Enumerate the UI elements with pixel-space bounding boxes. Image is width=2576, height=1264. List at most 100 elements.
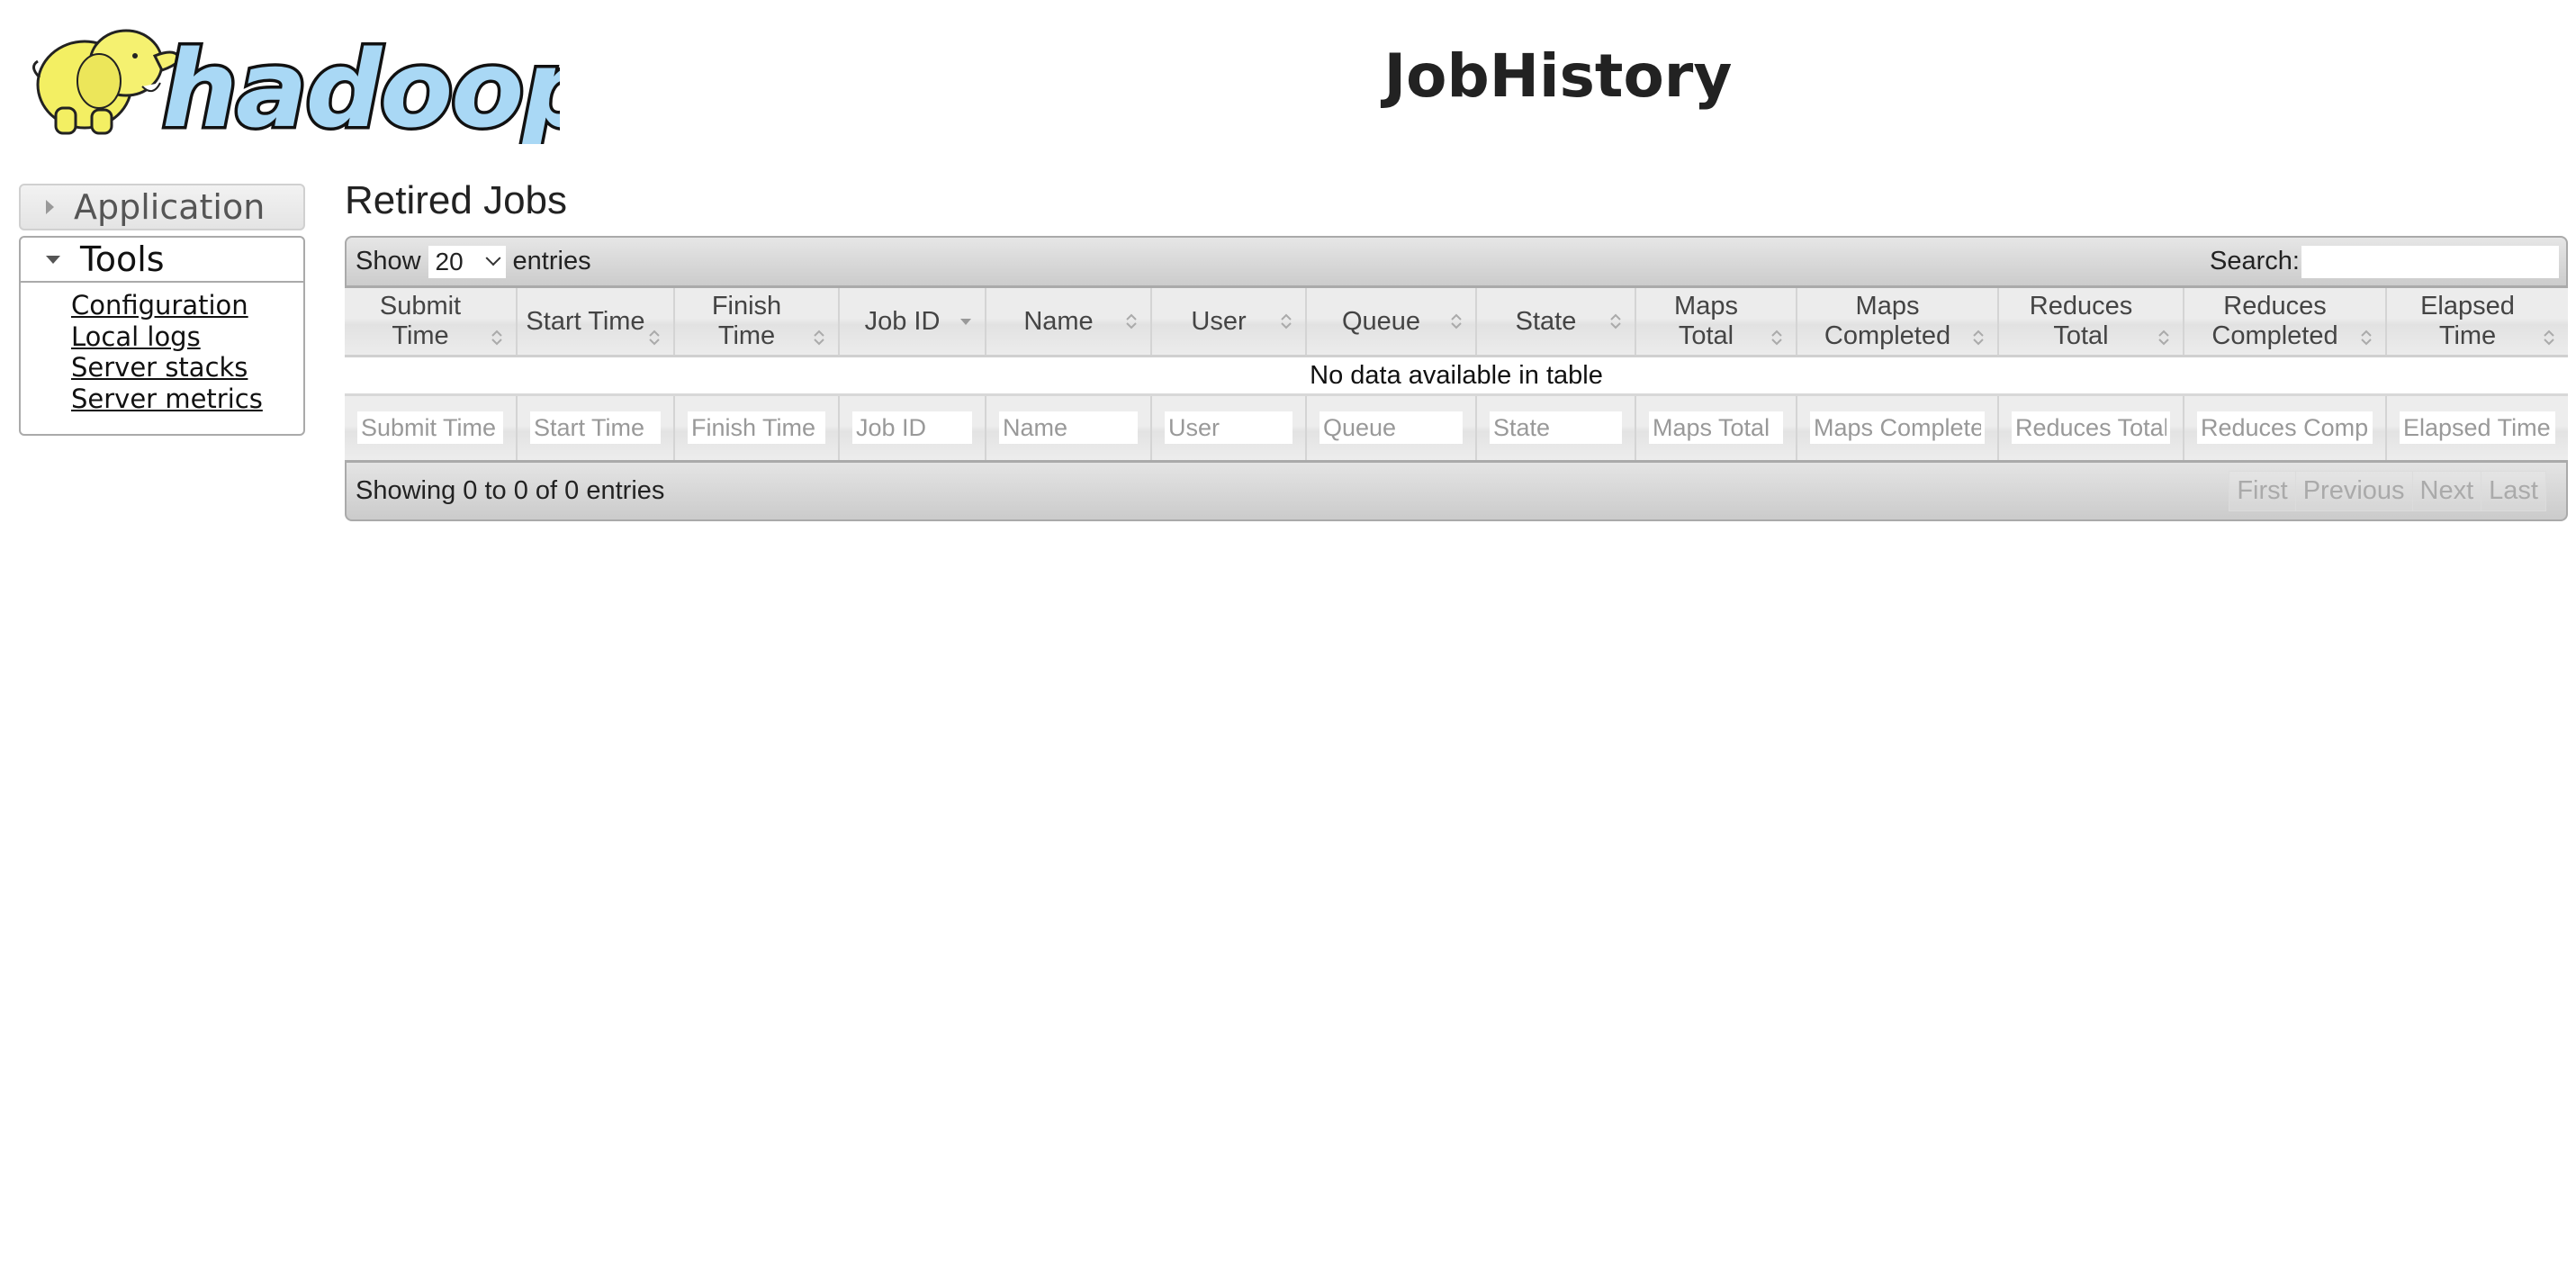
pagination-previous-button[interactable]: Previous [2294, 470, 2413, 511]
sort-both-icon [2543, 328, 2555, 348]
filter-cell [1998, 394, 2184, 460]
sidebar-section-label: Application [74, 187, 266, 227]
sort-both-icon [491, 328, 503, 348]
column-header-submit-time[interactable]: Submit Time [345, 288, 518, 357]
filter-cell [674, 394, 840, 460]
column-header-label: Start Time [526, 306, 645, 336]
pagination: First Previous Next Last [2229, 470, 2546, 511]
search-label: Search: [2210, 247, 2300, 275]
column-header-label: Maps Completed [1824, 292, 1951, 350]
column-header-label: State [1515, 306, 1577, 336]
filter-input-reduces-completed[interactable] [2197, 411, 2373, 445]
filter-input-reduces-total[interactable] [2012, 411, 2170, 445]
filter-cell [1476, 394, 1636, 460]
column-header-job-id[interactable]: Job ID [839, 288, 986, 357]
filter-input-queue[interactable] [1320, 411, 1463, 445]
filter-cell [1306, 394, 1477, 460]
link-server-stacks[interactable]: Server stacks [71, 352, 303, 384]
filter-input-maps-completed[interactable] [1810, 411, 1985, 445]
column-header-label: Finish Time [711, 292, 782, 350]
sort-both-icon [1125, 311, 1138, 331]
chevron-down-icon [485, 249, 501, 266]
filter-input-finish-time[interactable] [688, 411, 825, 445]
filter-cell [1151, 394, 1307, 460]
sort-both-icon [813, 328, 825, 348]
filter-cell [345, 394, 518, 460]
entries-length-control: Show 20 entries [356, 245, 591, 278]
link-local-logs[interactable]: Local logs [71, 321, 303, 353]
column-header-state[interactable]: State [1476, 288, 1636, 357]
sidebar-section-tools-panel: Tools Configuration Local logs Server st… [19, 236, 305, 436]
column-header-label: Reduces Total [2029, 292, 2133, 350]
column-header-start-time[interactable]: Start Time [517, 288, 675, 357]
sidebar-section-application[interactable]: Application [19, 184, 305, 230]
sort-both-icon [1609, 311, 1622, 331]
filter-cell [2386, 394, 2568, 460]
pagination-first-button[interactable]: First [2229, 470, 2296, 511]
filter-cell [839, 394, 986, 460]
pagination-next-button[interactable]: Next [2411, 470, 2482, 511]
show-label: Show [356, 247, 421, 275]
page-title: JobHistory [1383, 41, 1733, 111]
column-header-label: Job ID [864, 306, 941, 336]
sort-descending-icon [959, 311, 972, 331]
column-header-name[interactable]: Name [986, 288, 1152, 357]
sort-both-icon [1450, 311, 1463, 331]
filter-cell [517, 394, 675, 460]
pagination-last-button[interactable]: Last [2481, 470, 2546, 511]
column-header-label: Submit Time [379, 292, 462, 350]
search-control: Search: [2210, 245, 2559, 278]
entries-per-page-select[interactable]: 20 [428, 245, 506, 278]
column-header-user[interactable]: User [1151, 288, 1307, 357]
sort-both-icon [1972, 328, 1985, 348]
column-header-maps-total[interactable]: Maps Total [1635, 288, 1797, 357]
sidebar-section-tools[interactable]: Tools [21, 238, 303, 283]
filter-input-elapsed-time[interactable] [2400, 411, 2555, 445]
column-header-queue[interactable]: Queue [1306, 288, 1477, 357]
table-header-row: Submit Time Start Time Finish Time Job ID Na… [345, 288, 2568, 357]
caret-down-icon [46, 255, 60, 264]
column-header-label: Elapsed Time [2420, 292, 2515, 350]
filter-input-maps-total[interactable] [1649, 411, 1783, 445]
filter-cell [1635, 394, 1797, 460]
table-info: Showing 0 to 0 of 0 entries [356, 475, 665, 505]
column-header-reduces-total[interactable]: Reduces Total [1998, 288, 2184, 357]
jobs-table: Submit Time Start Time Finish Time Job ID Na… [345, 288, 2568, 460]
column-header-label: Reduces Completed [2211, 292, 2338, 350]
column-header-elapsed-time[interactable]: Elapsed Time [2386, 288, 2568, 357]
column-header-reduces-completed[interactable]: Reduces Completed [2184, 288, 2387, 357]
entries-label: entries [512, 247, 591, 275]
column-header-maps-completed[interactable]: Maps Completed [1797, 288, 1999, 357]
filter-row [345, 394, 2568, 460]
filter-cell [986, 394, 1152, 460]
empty-row: No data available in table [345, 356, 2568, 396]
tools-links: Configuration Local logs Server stacks S… [21, 283, 303, 414]
sort-both-icon [1280, 311, 1293, 331]
caret-right-icon [46, 200, 54, 214]
link-server-metrics[interactable]: Server metrics [71, 384, 303, 415]
filter-input-submit-time[interactable] [357, 411, 503, 445]
sidebar-section-label: Tools [80, 239, 165, 279]
filter-input-state[interactable] [1490, 411, 1622, 445]
column-header-label: Maps Total [1674, 292, 1738, 350]
section-title: Retired Jobs [345, 178, 568, 222]
sidebar: Application Tools Configuration Local lo… [19, 184, 305, 436]
filter-input-job-id[interactable] [852, 411, 972, 445]
filter-input-name[interactable] [999, 411, 1138, 445]
sort-both-icon [2157, 328, 2170, 348]
column-header-label: User [1191, 306, 1247, 336]
link-configuration[interactable]: Configuration [71, 290, 303, 321]
filter-input-start-time[interactable] [530, 411, 661, 445]
search-input[interactable] [2301, 245, 2559, 278]
sort-both-icon [648, 328, 661, 348]
table-footer: Showing 0 to 0 of 0 entries First Previo… [345, 459, 2568, 521]
filter-cell [2184, 394, 2387, 460]
filter-input-user[interactable] [1165, 411, 1293, 445]
jobs-table-wrapper: Show 20 entries Search: Submit Time Start… [345, 236, 2568, 521]
filter-cell [1797, 394, 1999, 460]
table-toolbar: Show 20 entries Search: [345, 236, 2568, 288]
column-header-finish-time[interactable]: Finish Time [674, 288, 840, 357]
entries-per-page-value: 20 [435, 247, 464, 275]
empty-message: No data available in table [345, 356, 2568, 396]
sort-both-icon [2360, 328, 2373, 348]
